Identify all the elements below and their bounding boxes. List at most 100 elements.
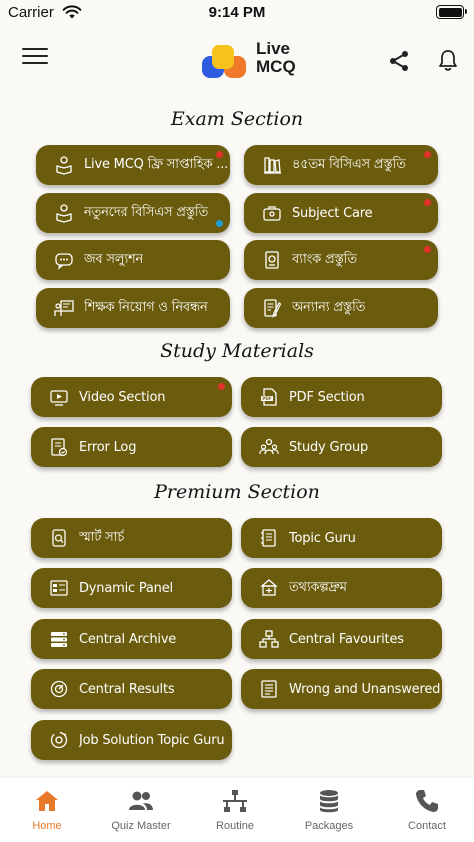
bottom-tab-bar: Home Quiz Master Routine Packages Contac… bbox=[0, 778, 474, 842]
notification-badge bbox=[216, 220, 223, 227]
premium-item-central-favourites[interactable]: Central Favourites bbox=[241, 619, 442, 659]
info-tree-icon bbox=[260, 579, 278, 596]
exam-item-subject-care[interactable]: Subject Care bbox=[244, 193, 438, 233]
menu-button[interactable] bbox=[22, 48, 48, 70]
tab-contact[interactable]: Contact bbox=[380, 788, 474, 832]
study-item-video-section[interactable]: Video Section bbox=[31, 377, 232, 417]
person-reading-icon bbox=[56, 204, 72, 223]
button-label: Central Archive bbox=[79, 631, 177, 647]
archive-server-icon bbox=[51, 632, 67, 647]
button-label: Subject Care bbox=[292, 205, 373, 221]
button-label: Error Log bbox=[79, 439, 137, 455]
premium-item-central-results[interactable]: Central Results bbox=[31, 669, 232, 709]
premium-section-title: Premium Section bbox=[154, 481, 320, 503]
button-label: স্মার্ট সার্চ bbox=[79, 529, 125, 545]
tab-routine[interactable]: Routine bbox=[188, 788, 282, 832]
button-label: Dynamic Panel bbox=[79, 580, 173, 596]
phone-icon bbox=[416, 790, 438, 812]
exam-item-teacher-recruitment[interactable]: শিক্ষক নিয়োগ ও নিবন্ধন bbox=[36, 288, 230, 328]
button-label: জব সল্যুশন bbox=[84, 251, 144, 267]
button-label: Job Solution Topic Guru bbox=[79, 732, 225, 748]
bell-icon[interactable] bbox=[436, 48, 460, 72]
status-bar: Carrier 9:14 PM bbox=[0, 0, 474, 26]
tab-label: Quiz Master bbox=[111, 820, 171, 832]
button-label: নতুনদের বিসিএস প্রস্তুতি bbox=[84, 204, 209, 220]
tab-label: Home bbox=[32, 820, 62, 832]
logo-text: Live MCQ bbox=[256, 40, 296, 76]
button-label: Live MCQ ফ্রি সাপ্তাহিক ... bbox=[84, 156, 229, 172]
topic-book-icon bbox=[261, 529, 276, 547]
study-item-study-group[interactable]: Study Group bbox=[241, 427, 442, 467]
premium-item-topic-guru[interactable]: Topic Guru bbox=[241, 518, 442, 558]
logo-line2: MCQ bbox=[256, 57, 296, 76]
app-logo: Live MCQ bbox=[200, 40, 310, 84]
button-label: Study Group bbox=[289, 439, 369, 455]
topic-circle-icon bbox=[50, 731, 68, 749]
premium-item-central-archive[interactable]: Central Archive bbox=[31, 619, 232, 659]
button-label: Topic Guru bbox=[289, 530, 356, 546]
clipboard-pen-icon bbox=[264, 299, 282, 318]
button-label: শিক্ষক নিয়োগ ও নিবন্ধন bbox=[84, 299, 208, 315]
exam-section-title: Exam Section bbox=[170, 108, 304, 130]
smart-search-icon bbox=[52, 529, 66, 547]
logo-mark-icon bbox=[202, 45, 246, 78]
video-play-icon bbox=[50, 390, 68, 406]
notification-badge bbox=[424, 246, 431, 253]
list-check-icon bbox=[261, 680, 277, 698]
app-bar: Live MCQ bbox=[0, 30, 474, 90]
person-reading-icon bbox=[56, 156, 72, 175]
button-label: Central Results bbox=[79, 681, 175, 697]
button-label: তথ্যকল্পদ্রুম bbox=[289, 579, 347, 595]
exam-item-45th-bcs[interactable]: ৪৫তম বিসিএস প্রস্তুতি bbox=[244, 145, 438, 185]
exam-item-new-bcs[interactable]: নতুনদের বিসিএস প্রস্তুতি bbox=[36, 193, 230, 233]
study-materials-title: Study Materials bbox=[160, 340, 314, 362]
teacher-board-icon bbox=[54, 300, 74, 316]
bank-icon bbox=[265, 251, 279, 269]
hierarchy-icon bbox=[259, 630, 279, 648]
home-icon bbox=[36, 791, 58, 811]
users-icon bbox=[129, 791, 153, 810]
notification-badge bbox=[424, 151, 431, 158]
button-label: Central Favourites bbox=[289, 631, 404, 647]
study-item-error-log[interactable]: Error Log bbox=[31, 427, 232, 467]
group-icon bbox=[259, 438, 279, 455]
exam-item-bank-prep[interactable]: ব্যাংক প্রস্তুতি bbox=[244, 240, 438, 280]
exam-item-other-prep[interactable]: অন্যান্য প্রস্তুতি bbox=[244, 288, 438, 328]
error-log-icon bbox=[51, 438, 68, 457]
button-label: Wrong and Unanswered bbox=[289, 681, 441, 697]
button-label: অন্যান্য প্রস্তুতি bbox=[292, 299, 366, 315]
battery-icon bbox=[436, 5, 467, 19]
premium-item-job-solution-topic-guru[interactable]: Job Solution Topic Guru bbox=[31, 720, 232, 760]
tab-quiz-master[interactable]: Quiz Master bbox=[94, 788, 188, 832]
tab-home[interactable]: Home bbox=[0, 788, 94, 832]
button-label: PDF Section bbox=[289, 389, 365, 405]
premium-item-info-tree[interactable]: তথ্যকল্পদ্রুম bbox=[241, 568, 442, 608]
exam-item-job-solution[interactable]: জব সল্যুশন bbox=[36, 240, 230, 280]
share-icon[interactable] bbox=[388, 50, 410, 72]
pdf-file-icon: PDF bbox=[261, 388, 277, 406]
premium-item-smart-search[interactable]: স্মার্ট সার্চ bbox=[31, 518, 232, 558]
tab-label: Routine bbox=[216, 820, 254, 832]
results-gauge-icon bbox=[50, 680, 68, 698]
briefcase-icon bbox=[263, 206, 281, 221]
premium-item-wrong-unanswered[interactable]: Wrong and Unanswered bbox=[241, 669, 442, 709]
study-item-pdf-section[interactable]: PDF PDF Section bbox=[241, 377, 442, 417]
tab-label: Contact bbox=[408, 820, 446, 832]
books-stack-icon bbox=[264, 157, 281, 174]
database-icon bbox=[320, 790, 338, 813]
tab-packages[interactable]: Packages bbox=[282, 788, 376, 832]
chat-bubble-icon bbox=[55, 253, 73, 270]
notification-badge bbox=[216, 151, 223, 158]
exam-item-live-mcq[interactable]: Live MCQ ফ্রি সাপ্তাহিক ... bbox=[36, 145, 230, 185]
tab-label: Packages bbox=[304, 820, 354, 832]
panel-icon bbox=[50, 580, 68, 596]
notification-badge bbox=[218, 383, 225, 390]
notification-badge bbox=[424, 199, 431, 206]
button-label: Video Section bbox=[79, 389, 166, 405]
button-label: ৪৫তম বিসিএস প্রস্তুতি bbox=[292, 156, 406, 172]
premium-item-dynamic-panel[interactable]: Dynamic Panel bbox=[31, 568, 232, 608]
svg-text:PDF: PDF bbox=[262, 396, 272, 401]
button-label: ব্যাংক প্রস্তুতি bbox=[292, 251, 357, 267]
routine-network-icon bbox=[223, 790, 247, 812]
clock-time: 9:14 PM bbox=[208, 4, 266, 21]
